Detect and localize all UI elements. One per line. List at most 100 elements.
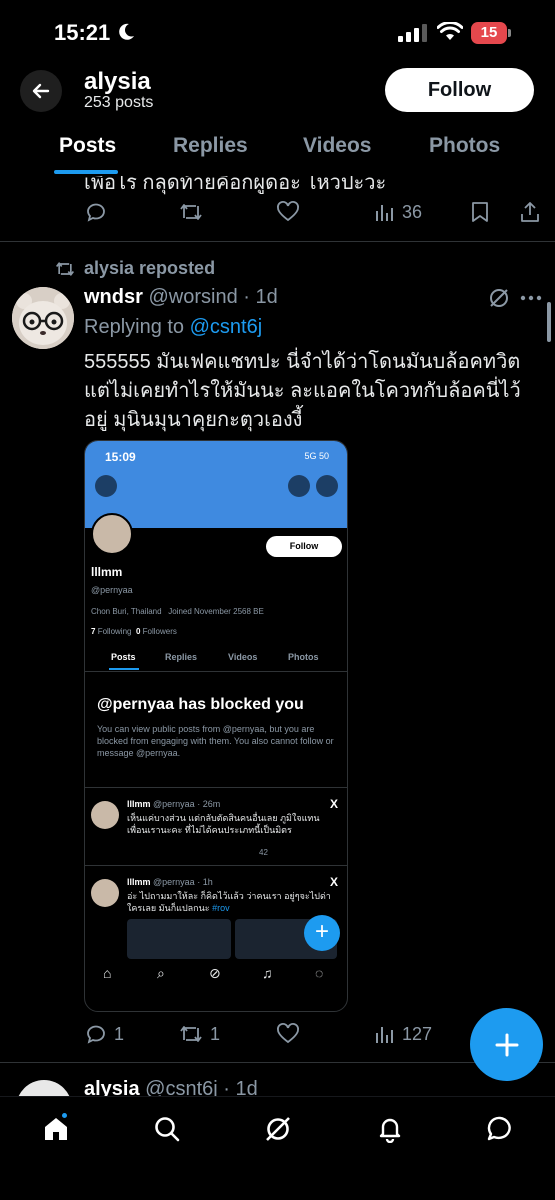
bookmark-icon [472,202,488,222]
embedded-divider [85,865,347,866]
embedded-search-icon [288,475,310,497]
grok-icon[interactable] [488,287,510,309]
embedded-blocked-body: You can view public posts from @pernyaa,… [97,724,334,758]
embedded-home-icon: ⌂ [103,965,112,981]
embedded-name: lllmm [91,565,123,579]
scrollbar[interactable] [547,302,551,342]
embedded-post-name: lllmm [127,799,151,809]
grok-icon [266,1117,290,1141]
follow-button[interactable]: Follow [385,68,534,112]
avatar[interactable] [12,287,74,349]
tab-photos[interactable]: Photos [429,134,500,158]
embedded-bell-icon: ♫ [262,965,273,981]
embedded-post-views: 42 [259,848,268,857]
embedded-tab-videos: Videos [228,652,258,662]
next-post[interactable]: alysia @csnt6j · 1d [0,1076,555,1096]
profile-tabs: Posts Replies Videos Photos [0,118,555,176]
battery-tip [508,29,511,37]
bell-icon [379,1118,401,1143]
embedded-post-avatar [91,879,119,907]
heart-icon [277,1023,299,1044]
tab-videos[interactable]: Videos [303,134,371,158]
repost-icon [180,1026,202,1042]
heart-icon [277,201,299,222]
repost-button[interactable]: 1 [178,1016,220,1052]
embedded-followers-count: 0 [135,627,141,636]
embedded-avatar [91,513,133,555]
views-icon [376,1027,393,1043]
embedded-messages-icon: ◌ [315,965,324,981]
repost-icon [56,261,74,276]
tab-replies[interactable]: Replies [173,134,248,158]
next-post-author: alysia @csnt6j · 1d [84,1078,258,1096]
more-icon[interactable] [520,295,542,301]
previous-post-actions: 36 [0,194,555,230]
replying-mention-link[interactable]: @csnt6j [190,316,263,338]
nav-grok[interactable] [258,1109,298,1149]
battery-indicator: 15 [471,22,511,44]
share-icon [521,202,539,222]
status-time: 15:21 [54,20,111,45]
embedded-post-avatar [91,801,119,829]
tab-indicator [54,170,118,174]
embedded-screenshot[interactable]: 15:09 5G 50 Follow lllmm @pernyaa Chon B… [84,440,348,1012]
battery-level: 15 [471,22,507,44]
x-logo-icon: X [330,875,339,889]
reply-icon [87,203,105,222]
messages-icon [487,1116,511,1141]
views-button[interactable]: 127 [374,1016,432,1052]
signal-icon [398,24,427,42]
post-divider [0,1062,555,1063]
embedded-follow-counts: 7 Following 0 Followers [91,627,177,636]
embedded-post-text: เห็นแค่บางส่วน แต่กลับตัดสินคนอื่นเลย ภู… [127,813,320,835]
embedded-follow-button: Follow [266,536,342,557]
embedded-post-hashtag: #rov [212,903,230,913]
views-count: 127 [402,1023,433,1044]
like-button[interactable] [276,194,300,230]
repost-count: 1 [210,1023,221,1044]
embedded-post: lllmm @pernyaa · 26m เห็นแค่บางส่วน แต่ก… [85,791,347,869]
embedded-back-icon [95,475,117,497]
nav-search[interactable] [147,1109,187,1149]
next-author-display-name: alysia [84,1078,140,1096]
embedded-compose-button: + [304,915,340,951]
embedded-joined: Joined November 2568 BE [168,607,264,616]
wifi-icon [437,22,463,40]
next-author-handle-time: @csnt6j · 1d [145,1078,258,1096]
x-logo-icon: X [330,797,339,811]
embedded-post-header: lllmm @pernyaa · 1h [127,877,213,887]
repost-icon [180,204,202,220]
embedded-post-name: lllmm [127,877,151,887]
embedded-post-meta: @pernyaa · 1h [153,877,213,887]
author-display-name: wndsr [84,286,143,308]
embedded-tab-replies: Replies [165,652,198,662]
embedded-handle: @pernyaa [91,585,133,595]
embedded-post-meta: @pernyaa · 26m [153,799,221,809]
views-button[interactable]: 36 [374,194,422,230]
embedded-grok-icon: ⊘ [209,965,221,981]
share-button[interactable] [519,194,541,230]
embedded-post-header: lllmm @pernyaa · 26m [127,799,220,809]
reply-button[interactable]: 1 [84,1016,124,1052]
embedded-media-thumb [127,919,231,959]
embedded-following-count: 7 [91,627,96,636]
nav-messages[interactable] [480,1109,520,1149]
back-arrow-icon [32,83,50,99]
embedded-following-label: Following [97,627,132,636]
tab-posts[interactable]: Posts [59,134,116,158]
compose-button[interactable] [470,1008,543,1081]
nav-notifications[interactable] [370,1109,410,1149]
nav-home[interactable] [36,1109,76,1149]
like-button[interactable] [276,1016,300,1052]
embedded-tab-posts: Posts [111,652,136,662]
search-icon [155,1117,180,1142]
profile-name: alysia [84,68,151,95]
back-button[interactable] [20,70,62,112]
embedded-time: 15:09 [105,450,136,464]
bottom-nav [0,1096,555,1200]
embedded-tab-indicator [109,668,139,670]
bookmark-button[interactable] [470,194,490,230]
post-author[interactable]: wndsr @worsind · 1d [84,286,278,309]
repost-button[interactable] [178,194,204,230]
reply-button[interactable] [84,194,108,230]
